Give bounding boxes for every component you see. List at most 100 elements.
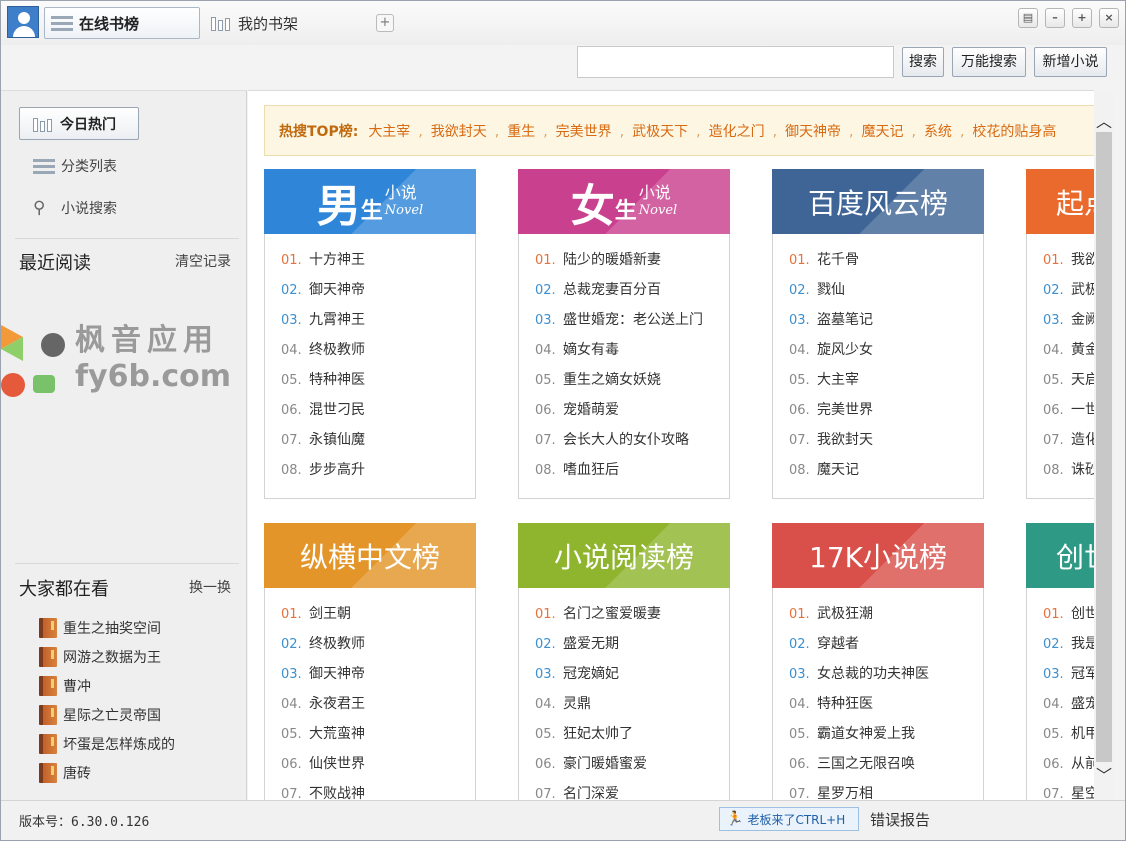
list-item[interactable]: 01. 十方神王 — [281, 246, 365, 276]
list-item[interactable]: 07. 造化 — [1043, 426, 1094, 456]
hot-search-item[interactable]: 重生 — [507, 124, 535, 140]
list-item[interactable]: 03. 盛世婚宠：老公送上门 — [535, 306, 703, 336]
sidebar-item-today-hot[interactable]: 今日热门 — [19, 107, 139, 140]
list-item[interactable]: 02. 穿越者 — [789, 630, 929, 660]
list-item[interactable]: 01. 花千骨 — [789, 246, 873, 276]
ranking-banner[interactable]: 起点 — [1026, 169, 1094, 234]
refresh-link[interactable]: 换一换 — [189, 577, 231, 597]
list-item[interactable]: 06. 完美世界 — [789, 396, 873, 426]
list-item[interactable]: 04. 嫡女有毒 — [535, 336, 703, 366]
add-tab-button[interactable]: + — [376, 14, 394, 32]
list-item[interactable]: 08. 诛砂 — [1043, 456, 1094, 486]
list-item[interactable]: 01. 创世 — [1043, 600, 1094, 630]
list-item[interactable]: 网游之数据为王 — [39, 642, 175, 671]
list-item[interactable]: 02. 武极 — [1043, 276, 1094, 306]
scroll-thumb[interactable] — [1096, 132, 1112, 762]
list-item[interactable]: 03. 盗墓笔记 — [789, 306, 873, 336]
list-item[interactable]: 07. 永镇仙魔 — [281, 426, 365, 456]
sidebar-item-category[interactable]: 分类列表 — [33, 153, 117, 179]
list-item[interactable]: 重生之抽奖空间 — [39, 613, 175, 642]
list-item[interactable]: 06. 从前 — [1043, 750, 1094, 780]
list-item[interactable]: 08. 嗜血狂后 — [535, 456, 703, 486]
error-report-link[interactable]: 错误报告 — [870, 809, 930, 830]
list-item[interactable]: 07. 会长大人的女仆攻略 — [535, 426, 703, 456]
list-item[interactable]: 05. 机甲 — [1043, 720, 1094, 750]
maximize-icon[interactable]: + — [1072, 8, 1092, 28]
list-item[interactable]: 07. 名门深爱 — [535, 780, 661, 800]
hot-search-item[interactable]: 我欲封天 — [431, 124, 487, 140]
list-item[interactable]: 03. 金阙 — [1043, 306, 1094, 336]
list-item[interactable]: 05. 大主宰 — [789, 366, 873, 396]
list-item[interactable]: 05. 狂妃太帅了 — [535, 720, 661, 750]
list-item[interactable]: 06. 宠婚萌爱 — [535, 396, 703, 426]
list-item[interactable]: 03. 女总裁的功夫神医 — [789, 660, 929, 690]
hot-search-item[interactable]: 大主宰 — [368, 124, 410, 140]
list-item[interactable]: 01. 剑王朝 — [281, 600, 365, 630]
list-item[interactable]: 05. 特种神医 — [281, 366, 365, 396]
list-item[interactable]: 坏蛋是怎样炼成的 — [39, 729, 175, 758]
ranking-banner[interactable]: 百度风云榜 — [772, 169, 984, 234]
list-item[interactable]: 06. 豪门暖婚蜜爱 — [535, 750, 661, 780]
list-item[interactable]: 02. 终极教师 — [281, 630, 365, 660]
sidebar-item-novel-search[interactable]: ⚲ 小说搜索 — [33, 195, 117, 221]
list-item[interactable]: 05. 天启 — [1043, 366, 1094, 396]
list-item[interactable]: 02. 盛爱无期 — [535, 630, 661, 660]
list-item[interactable]: 03. 九霄神王 — [281, 306, 365, 336]
universal-search-button[interactable]: 万能搜索 — [952, 47, 1026, 77]
list-item[interactable]: 03. 冠军 — [1043, 660, 1094, 690]
list-item[interactable]: 星际之亡灵帝国 — [39, 700, 175, 729]
list-item[interactable]: 06. 三国之无限召唤 — [789, 750, 929, 780]
list-item[interactable]: 02. 我是 — [1043, 630, 1094, 660]
hot-search-item[interactable]: 魔天记 — [861, 124, 903, 140]
list-item[interactable]: 04. 旋风少女 — [789, 336, 873, 366]
list-item[interactable]: 03. 御天神帝 — [281, 660, 365, 690]
boss-key-button[interactable]: 🏃 老板来了CTRL+H — [719, 807, 859, 831]
list-item[interactable]: 07. 星罗万相 — [789, 780, 929, 800]
hot-search-item[interactable]: 系统 — [924, 124, 952, 140]
ranking-banner[interactable]: 17K小说榜 — [772, 523, 984, 588]
hot-search-item[interactable]: 造化之门 — [709, 124, 765, 140]
ranking-banner[interactable]: 女生小说 Novel — [518, 169, 730, 234]
list-item[interactable]: 03. 冠宠嫡妃 — [535, 660, 661, 690]
list-item[interactable]: 01. 武极狂潮 — [789, 600, 929, 630]
list-item[interactable]: 唐砖 — [39, 758, 175, 787]
ranking-banner[interactable]: 小说阅读榜 — [518, 523, 730, 588]
hot-search-item[interactable]: 御天神帝 — [785, 124, 841, 140]
chevron-down-icon[interactable]: ﹀ — [1094, 762, 1114, 785]
chevron-up-icon[interactable]: ︿ — [1094, 108, 1114, 131]
tab-my-bookshelf[interactable]: 我的书架 — [208, 7, 328, 39]
search-button[interactable]: 搜索 — [902, 47, 944, 77]
minimize-icon[interactable]: – — [1045, 8, 1065, 28]
list-item[interactable]: 04. 永夜君王 — [281, 690, 365, 720]
vertical-scrollbar[interactable]: ︿ ﹀ — [1094, 90, 1114, 800]
search-input[interactable] — [577, 46, 894, 78]
list-item[interactable]: 04. 终极教师 — [281, 336, 365, 366]
list-item[interactable]: 08. 魔天记 — [789, 456, 873, 486]
list-item[interactable]: 06. 仙侠世界 — [281, 750, 365, 780]
list-item[interactable]: 02. 总裁宠妻百分百 — [535, 276, 703, 306]
list-item[interactable]: 01. 名门之蜜爱暖妻 — [535, 600, 661, 630]
hot-search-item[interactable]: 武极天下 — [632, 124, 688, 140]
list-item[interactable]: 05. 大荒蛮神 — [281, 720, 365, 750]
list-item[interactable]: 04. 灵鼎 — [535, 690, 661, 720]
skin-icon[interactable]: ▤ — [1018, 8, 1038, 28]
list-item[interactable]: 02. 御天神帝 — [281, 276, 365, 306]
user-avatar-icon[interactable] — [7, 6, 39, 38]
list-item[interactable]: 05. 重生之嫡女妖娆 — [535, 366, 703, 396]
ranking-banner[interactable]: 创世 — [1026, 523, 1094, 588]
list-item[interactable]: 06. 一世 — [1043, 396, 1094, 426]
hot-search-item[interactable]: 完美世界 — [556, 124, 612, 140]
ranking-banner[interactable]: 纵横中文榜 — [264, 523, 476, 588]
list-item[interactable]: 07. 不败战神 — [281, 780, 365, 800]
list-item[interactable]: 06. 混世刁民 — [281, 396, 365, 426]
list-item[interactable]: 02. 戮仙 — [789, 276, 873, 306]
close-icon[interactable]: × — [1099, 8, 1119, 28]
list-item[interactable]: 04. 黄金 — [1043, 336, 1094, 366]
hot-search-item[interactable]: 校花的贴身高 — [972, 124, 1056, 140]
ranking-banner[interactable]: 男生小说 Novel — [264, 169, 476, 234]
list-item[interactable]: 07. 星空 — [1043, 780, 1094, 800]
tab-online-ranking[interactable]: 在线书榜 — [44, 7, 200, 39]
list-item[interactable]: 曹冲 — [39, 671, 175, 700]
list-item[interactable]: 07. 我欲封天 — [789, 426, 873, 456]
list-item[interactable]: 05. 霸道女神爱上我 — [789, 720, 929, 750]
